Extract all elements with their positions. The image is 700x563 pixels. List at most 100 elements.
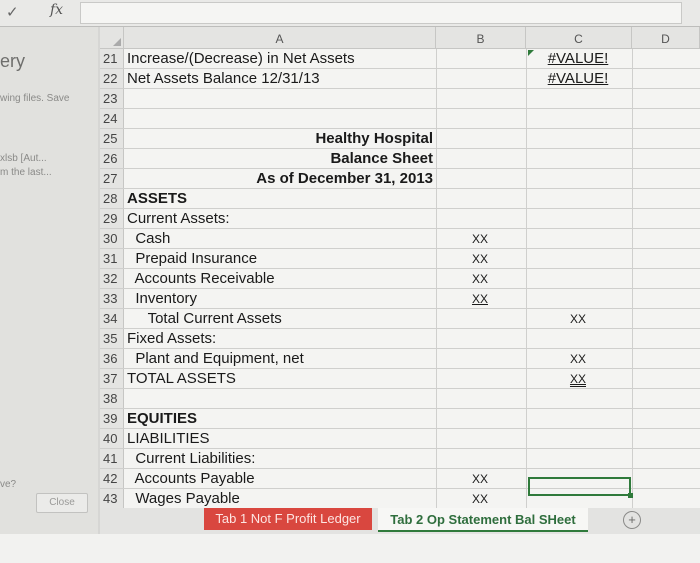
row-header[interactable]: 38 (100, 389, 124, 408)
row-header[interactable]: 41 (100, 449, 124, 468)
cell-b[interactable] (437, 189, 523, 208)
cell-a[interactable]: Plant and Equipment, net (127, 349, 433, 368)
cell-c[interactable] (527, 409, 629, 428)
row-header[interactable]: 26 (100, 149, 124, 168)
cell-a[interactable]: Balance Sheet (127, 149, 433, 168)
cell-b[interactable] (437, 369, 523, 388)
cell-c[interactable]: #VALUE! (527, 69, 629, 88)
column-header-c[interactable]: C (526, 27, 632, 49)
cell-c[interactable] (527, 229, 629, 248)
row-header[interactable]: 43 (100, 489, 124, 508)
cell-c[interactable] (527, 89, 629, 108)
column-header-a[interactable]: A (124, 27, 436, 49)
cell-b[interactable] (437, 49, 523, 68)
row-header[interactable]: 29 (100, 209, 124, 228)
cell-b[interactable] (437, 129, 523, 148)
cell-c[interactable] (527, 289, 629, 308)
row-header[interactable]: 27 (100, 169, 124, 188)
cell-a[interactable]: Net Assets Balance 12/31/13 (127, 69, 433, 88)
cell-b[interactable] (437, 109, 523, 128)
row-header[interactable]: 42 (100, 469, 124, 488)
cell-a[interactable]: Total Current Assets (127, 309, 433, 328)
cell-b[interactable] (437, 389, 523, 408)
cell-a[interactable]: Fixed Assets: (127, 329, 433, 348)
cell-c[interactable] (527, 249, 629, 268)
tab-op-statement-bal-sheet[interactable]: Tab 2 Op Statement Bal SHeet (378, 508, 588, 532)
row-header[interactable]: 32 (100, 269, 124, 288)
row-header[interactable]: 24 (100, 109, 124, 128)
cell-a[interactable]: Current Liabilities: (127, 449, 433, 468)
cell-a[interactable]: Healthy Hospital (127, 129, 433, 148)
cell-a[interactable]: Inventory (127, 289, 433, 308)
cell-c[interactable] (527, 269, 629, 288)
row-header[interactable]: 36 (100, 349, 124, 368)
cell-b[interactable] (437, 429, 523, 448)
cell-b[interactable] (437, 309, 523, 328)
tab-not-for-profit-ledger[interactable]: Tab 1 Not F Profit Ledger (204, 508, 372, 530)
cell-b[interactable] (437, 329, 523, 348)
cell-a[interactable] (127, 389, 433, 408)
cell-b[interactable] (437, 69, 523, 88)
cell-a[interactable]: Accounts Payable (127, 469, 433, 488)
cell-b[interactable] (437, 409, 523, 428)
cell-c[interactable] (527, 189, 629, 208)
cell-b[interactable]: XX (437, 269, 523, 288)
close-button[interactable]: Close (36, 493, 88, 513)
cell-a[interactable]: Current Assets: (127, 209, 433, 228)
cell-a[interactable]: As of December 31, 2013 (127, 169, 433, 188)
cell-c[interactable] (527, 129, 629, 148)
cell-c[interactable] (527, 149, 629, 168)
selected-cell[interactable] (528, 477, 633, 498)
cell-b[interactable] (437, 149, 523, 168)
cell-a[interactable] (127, 89, 433, 108)
cell-a[interactable]: EQUITIES (127, 409, 433, 428)
row-header[interactable]: 21 (100, 49, 124, 68)
row-header[interactable]: 28 (100, 189, 124, 208)
cell-a[interactable]: Wages Payable (127, 489, 433, 508)
row-header[interactable]: 34 (100, 309, 124, 328)
cell-b[interactable]: XX (437, 469, 523, 488)
row-header[interactable]: 37 (100, 369, 124, 388)
row-header[interactable]: 25 (100, 129, 124, 148)
cell-c[interactable]: #VALUE! (527, 49, 629, 68)
cell-c[interactable] (527, 429, 629, 448)
row-header[interactable]: 40 (100, 429, 124, 448)
cell-b[interactable]: XX (437, 289, 523, 308)
cell-b[interactable]: XX (437, 229, 523, 248)
row-header[interactable]: 35 (100, 329, 124, 348)
row-header[interactable]: 22 (100, 69, 124, 88)
cell-a[interactable]: LIABILITIES (127, 429, 433, 448)
cell-a[interactable] (127, 109, 433, 128)
cell-b[interactable] (437, 169, 523, 188)
column-header-d[interactable]: D (632, 27, 700, 49)
cell-a[interactable]: TOTAL ASSETS (127, 369, 433, 388)
row-header[interactable]: 31 (100, 249, 124, 268)
function-icon[interactable]: fx (50, 2, 63, 18)
column-header-b[interactable]: B (436, 27, 526, 49)
cell-c[interactable] (527, 169, 629, 188)
cell-b[interactable] (437, 349, 523, 368)
cell-c[interactable]: XX (527, 369, 629, 388)
cell-b[interactable]: XX (437, 489, 523, 508)
row-header[interactable]: 30 (100, 229, 124, 248)
cell-c[interactable] (527, 329, 629, 348)
cell-b[interactable]: XX (437, 249, 523, 268)
check-icon[interactable]: ✓ (6, 3, 19, 21)
cell-c[interactable]: XX (527, 309, 629, 328)
plus-circle-icon[interactable]: + (623, 511, 641, 529)
spreadsheet-grid[interactable]: A B C D 21 Increase/(Decrease) in Net Ass… (100, 27, 700, 527)
cell-c[interactable] (527, 109, 629, 128)
cell-b[interactable] (437, 89, 523, 108)
cell-a[interactable]: ASSETS (127, 189, 433, 208)
cell-b[interactable] (437, 449, 523, 468)
cell-a[interactable]: Accounts Receivable (127, 269, 433, 288)
fill-handle[interactable] (628, 493, 633, 498)
formula-input[interactable] (80, 2, 682, 24)
cell-a[interactable]: Increase/(Decrease) in Net Assets (127, 49, 433, 68)
select-all-corner[interactable] (100, 27, 124, 49)
cell-c[interactable] (527, 449, 629, 468)
cell-b[interactable] (437, 209, 523, 228)
row-header[interactable]: 39 (100, 409, 124, 428)
cell-c[interactable] (527, 389, 629, 408)
row-header[interactable]: 23 (100, 89, 124, 108)
